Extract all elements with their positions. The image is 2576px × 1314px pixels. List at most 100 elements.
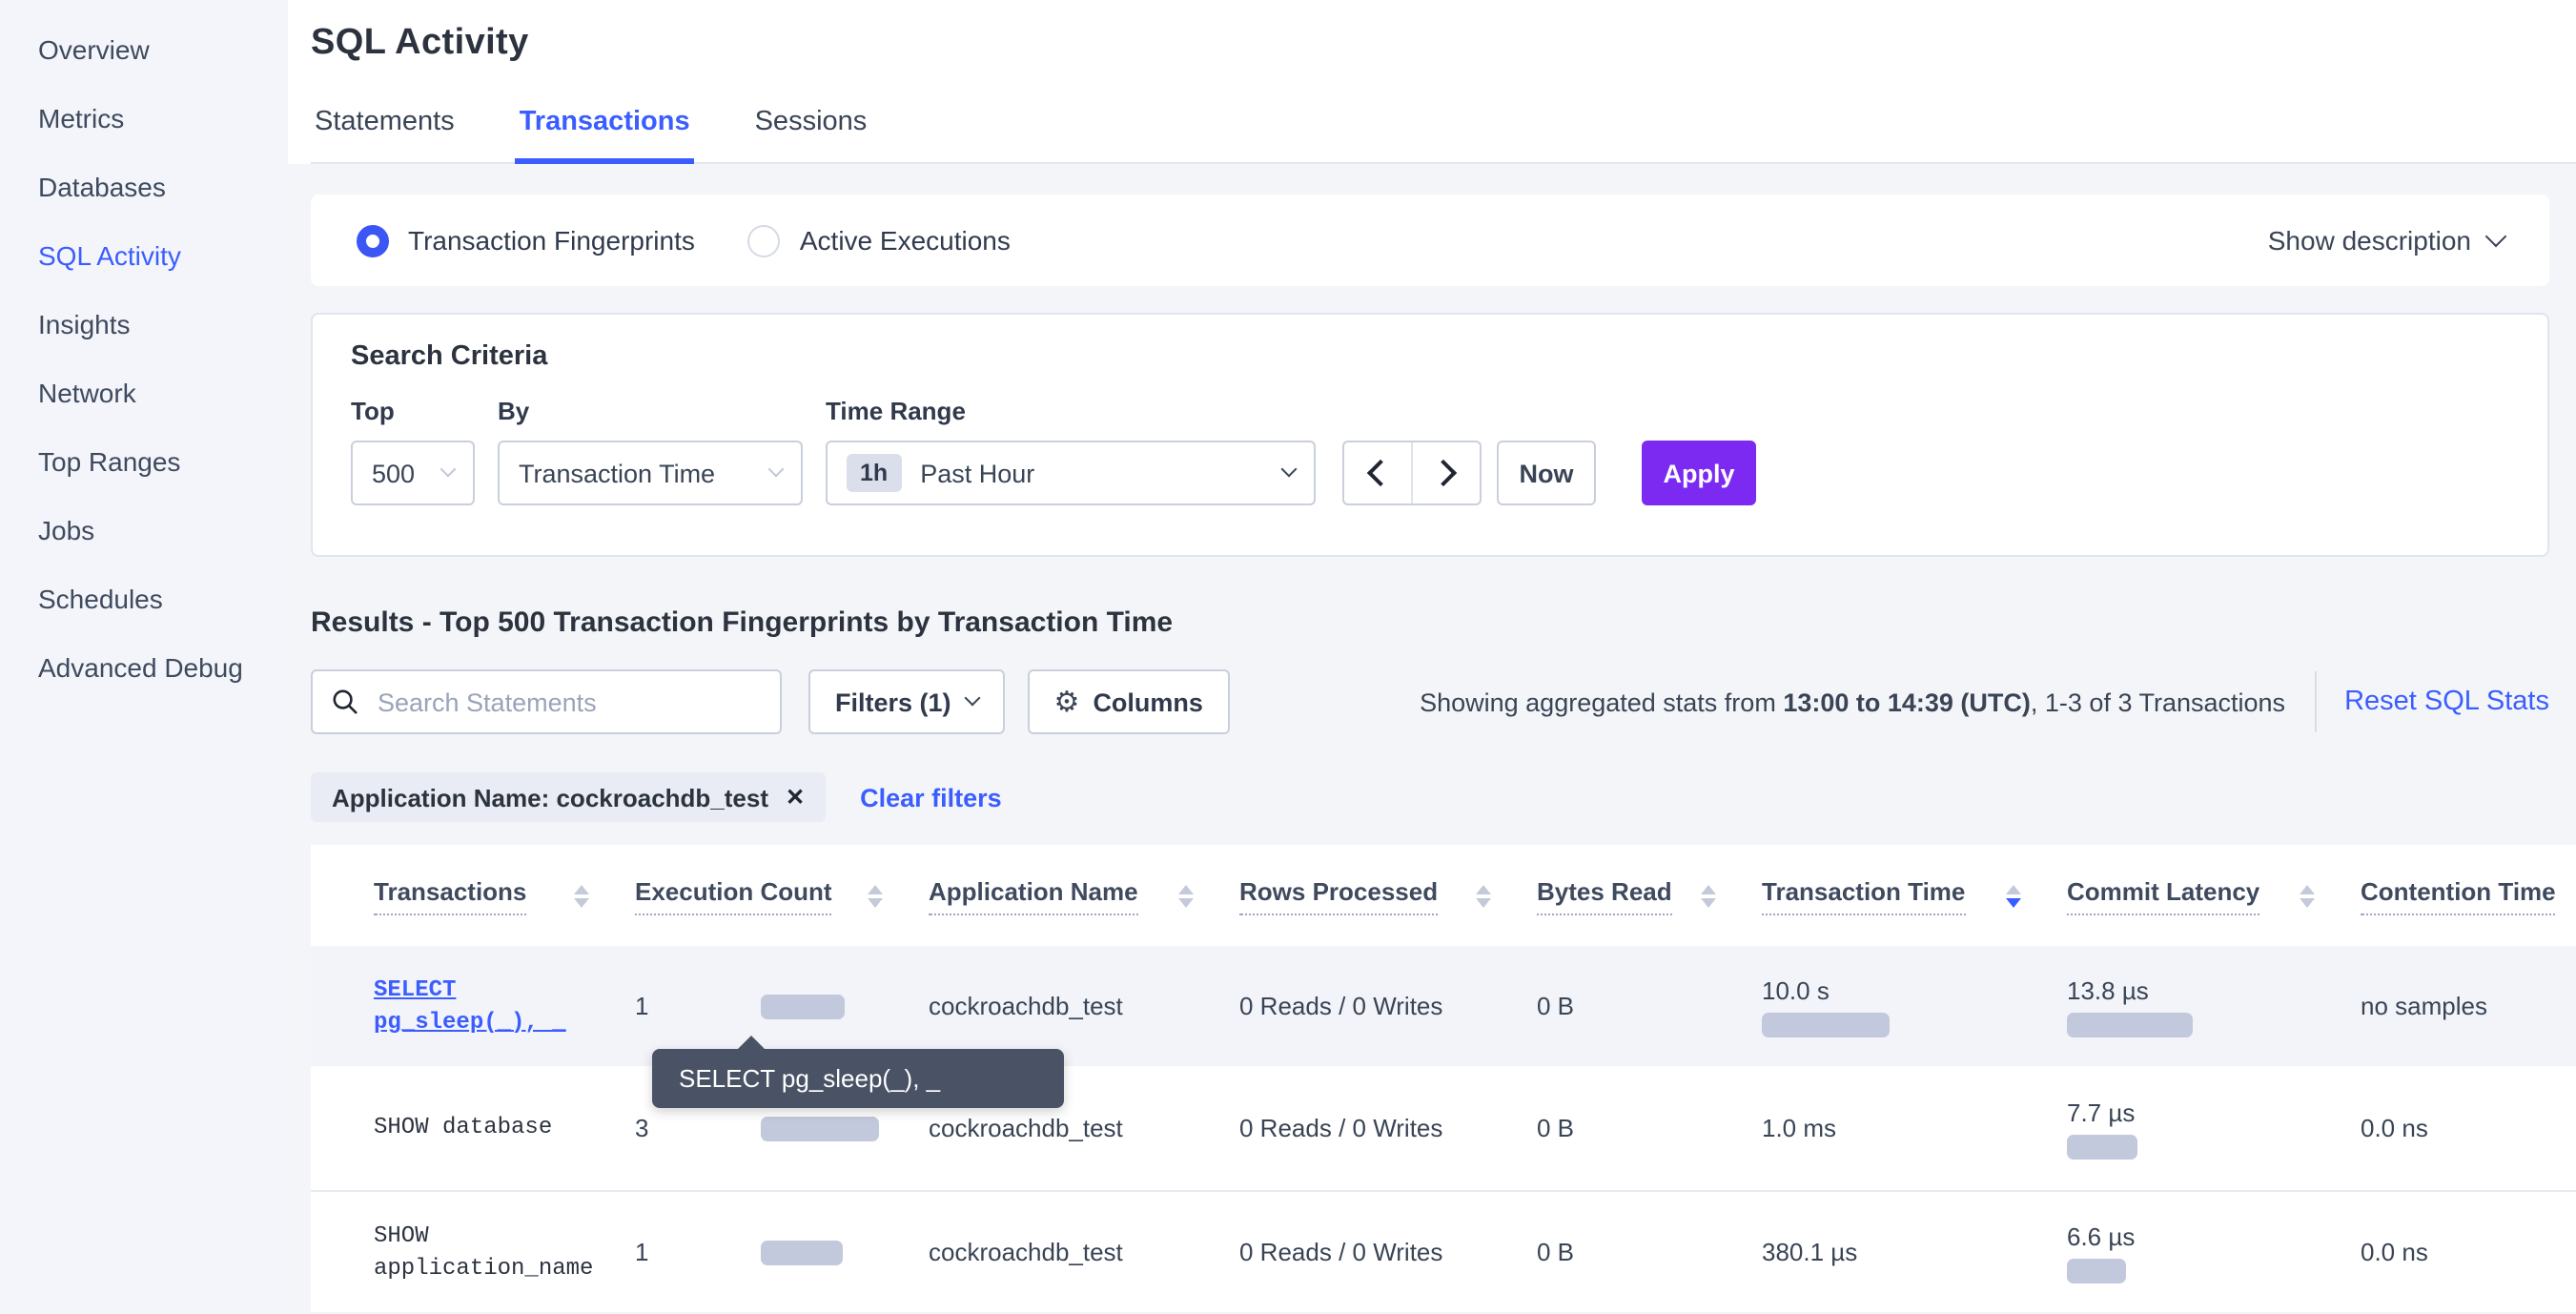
sort-icon[interactable] bbox=[1476, 884, 1491, 907]
chevron-down-icon bbox=[440, 462, 457, 478]
execution-count-bar bbox=[761, 994, 845, 1018]
tab-sessions[interactable]: Sessions bbox=[751, 107, 871, 162]
tab-transactions[interactable]: Transactions bbox=[516, 107, 694, 164]
column-header-transactions[interactable]: Transactions bbox=[374, 876, 635, 914]
radio-active-executions[interactable]: Active Executions bbox=[748, 224, 1011, 257]
main-content: SQL Activity Statements Transactions Ses… bbox=[288, 0, 2576, 1314]
sidebar-item-overview[interactable]: Overview bbox=[0, 15, 288, 84]
sidebar-item-top-ranges[interactable]: Top Ranges bbox=[0, 427, 288, 496]
transaction-time-cell: 1.0 ms bbox=[1762, 1114, 2067, 1142]
app-window: Overview Metrics Databases SQL Activity … bbox=[0, 0, 2576, 1314]
filters-button[interactable]: Filters (1) bbox=[808, 669, 1005, 734]
column-header-bytes-read[interactable]: Bytes Read bbox=[1537, 876, 1762, 914]
column-header-rows-processed[interactable]: Rows Processed bbox=[1239, 876, 1537, 914]
transaction-fingerprint-cell: SELECT pg_sleep(_), _ bbox=[374, 974, 635, 1038]
execution-count-cell: 1 bbox=[635, 1192, 929, 1312]
search-statements-input[interactable] bbox=[374, 686, 761, 718]
radio-unselected-icon bbox=[748, 224, 781, 257]
time-range-badge: 1h bbox=[847, 454, 901, 492]
aggregated-stats-text: Showing aggregated stats from 13:00 to 1… bbox=[1420, 688, 2285, 716]
transaction-time-cell: 10.0 s bbox=[1762, 975, 2067, 1037]
execution-count-bar bbox=[761, 1116, 879, 1140]
commit-latency-bar bbox=[2067, 1134, 2137, 1159]
search-criteria-fields: Top 500 By Transaction Time bbox=[351, 397, 2509, 505]
table-header-row: Transactions Execution Count Application… bbox=[311, 845, 2576, 946]
top-select[interactable]: 500 bbox=[351, 441, 475, 505]
previous-time-button[interactable] bbox=[1344, 442, 1413, 503]
next-time-button[interactable] bbox=[1413, 442, 1480, 503]
sidebar-item-metrics[interactable]: Metrics bbox=[0, 84, 288, 153]
radio-selected-icon bbox=[357, 224, 389, 257]
sort-icon[interactable] bbox=[1701, 884, 1716, 907]
sort-icon[interactable] bbox=[1178, 884, 1194, 907]
rows-processed-cell: 0 Reads / 0 Writes bbox=[1239, 1114, 1537, 1142]
sidebar-item-databases[interactable]: Databases bbox=[0, 153, 288, 221]
now-button[interactable]: Now bbox=[1497, 441, 1596, 505]
transaction-time-cell: 380.1 µs bbox=[1762, 1238, 2067, 1266]
commit-latency-cell: 13.8 µs bbox=[2067, 975, 2361, 1037]
filter-chip-application-name[interactable]: Application Name: cockroachdb_test ✕ bbox=[311, 772, 826, 822]
transaction-time-bar bbox=[1762, 1012, 1890, 1037]
bytes-read-cell: 0 B bbox=[1537, 992, 1762, 1020]
show-description-toggle[interactable]: Show description bbox=[2268, 225, 2504, 256]
results-heading: Results - Top 500 Transaction Fingerprin… bbox=[311, 606, 2576, 639]
sidebar-item-insights[interactable]: Insights bbox=[0, 290, 288, 359]
reset-sql-stats-link[interactable]: Reset SQL Stats bbox=[2344, 687, 2549, 717]
time-range-field: Time Range 1h Past Hour bbox=[826, 397, 1316, 505]
view-toggle-bar: Transaction Fingerprints Active Executio… bbox=[311, 195, 2549, 286]
by-field: By Transaction Time bbox=[498, 397, 803, 505]
by-label: By bbox=[498, 397, 803, 425]
transaction-fingerprint-link[interactable]: SHOW database bbox=[374, 1112, 589, 1144]
search-criteria-card: Search Criteria Top 500 By T bbox=[311, 313, 2549, 557]
contention-time-cell: no samples bbox=[2361, 992, 2576, 1020]
filter-chip-row: Application Name: cockroachdb_test ✕ Cle… bbox=[311, 772, 2576, 822]
time-range-select[interactable]: 1h Past Hour bbox=[826, 441, 1316, 505]
transaction-fingerprint-cell: SHOW application_name bbox=[374, 1220, 635, 1284]
sidebar-item-schedules[interactable]: Schedules bbox=[0, 565, 288, 633]
sidebar-item-network[interactable]: Network bbox=[0, 359, 288, 427]
application-name-cell: cockroachdb_test bbox=[929, 1238, 1239, 1266]
column-header-application-name[interactable]: Application Name bbox=[929, 876, 1239, 914]
transaction-fingerprint-link[interactable]: SELECT pg_sleep(_), _ bbox=[374, 974, 589, 1038]
statement-tooltip: SELECT pg_sleep(_), _ bbox=[652, 1049, 1064, 1108]
sidebar-item-advanced-debug[interactable]: Advanced Debug bbox=[0, 633, 288, 702]
table-row: SELECT pg_sleep(_), _ 1 cockroachdb_test… bbox=[311, 946, 2576, 1066]
commit-latency-bar bbox=[2067, 1012, 2193, 1037]
sort-icon[interactable] bbox=[574, 884, 589, 907]
radio-transaction-fingerprints[interactable]: Transaction Fingerprints bbox=[357, 224, 695, 257]
sort-icon[interactable] bbox=[868, 884, 883, 907]
close-icon[interactable]: ✕ bbox=[786, 784, 805, 811]
chevron-down-icon bbox=[1281, 462, 1298, 478]
apply-button[interactable]: Apply bbox=[1642, 441, 1756, 505]
sidebar-item-jobs[interactable]: Jobs bbox=[0, 496, 288, 565]
time-range-value: Past Hour bbox=[920, 459, 1283, 487]
top-label: Top bbox=[351, 397, 475, 425]
transaction-fingerprint-link[interactable]: SHOW application_name bbox=[374, 1220, 589, 1284]
time-range-label: Time Range bbox=[826, 397, 1316, 425]
chevron-down-icon bbox=[768, 462, 785, 478]
tab-statements[interactable]: Statements bbox=[311, 107, 459, 162]
clear-filters-link[interactable]: Clear filters bbox=[860, 783, 1002, 811]
by-select[interactable]: Transaction Time bbox=[498, 441, 803, 505]
columns-button[interactable]: ⚙ Columns bbox=[1028, 669, 1230, 734]
column-header-transaction-time[interactable]: Transaction Time bbox=[1762, 876, 2067, 914]
page-title: SQL Activity bbox=[311, 23, 2576, 65]
sidebar-item-sql-activity[interactable]: SQL Activity bbox=[0, 221, 288, 290]
sort-icon-active-desc[interactable] bbox=[2006, 884, 2021, 907]
by-select-value: Transaction Time bbox=[519, 459, 715, 487]
top-select-value: 500 bbox=[372, 459, 415, 487]
application-name-cell: cockroachdb_test bbox=[929, 992, 1239, 1020]
commit-latency-bar bbox=[2067, 1258, 2126, 1283]
column-header-commit-latency[interactable]: Commit Latency bbox=[2067, 876, 2361, 914]
gear-icon: ⚙ bbox=[1054, 688, 1080, 716]
radio-label: Active Executions bbox=[800, 225, 1011, 256]
rows-processed-cell: 0 Reads / 0 Writes bbox=[1239, 1238, 1537, 1266]
filters-label: Filters (1) bbox=[835, 688, 951, 716]
search-criteria-title: Search Criteria bbox=[351, 341, 2509, 372]
show-description-label: Show description bbox=[2268, 225, 2471, 256]
sort-icon[interactable] bbox=[2300, 884, 2315, 907]
column-header-execution-count[interactable]: Execution Count bbox=[635, 876, 929, 914]
search-icon bbox=[332, 688, 358, 715]
column-header-contention-time[interactable]: Contention Time bbox=[2361, 876, 2576, 914]
time-pager bbox=[1342, 441, 1482, 505]
